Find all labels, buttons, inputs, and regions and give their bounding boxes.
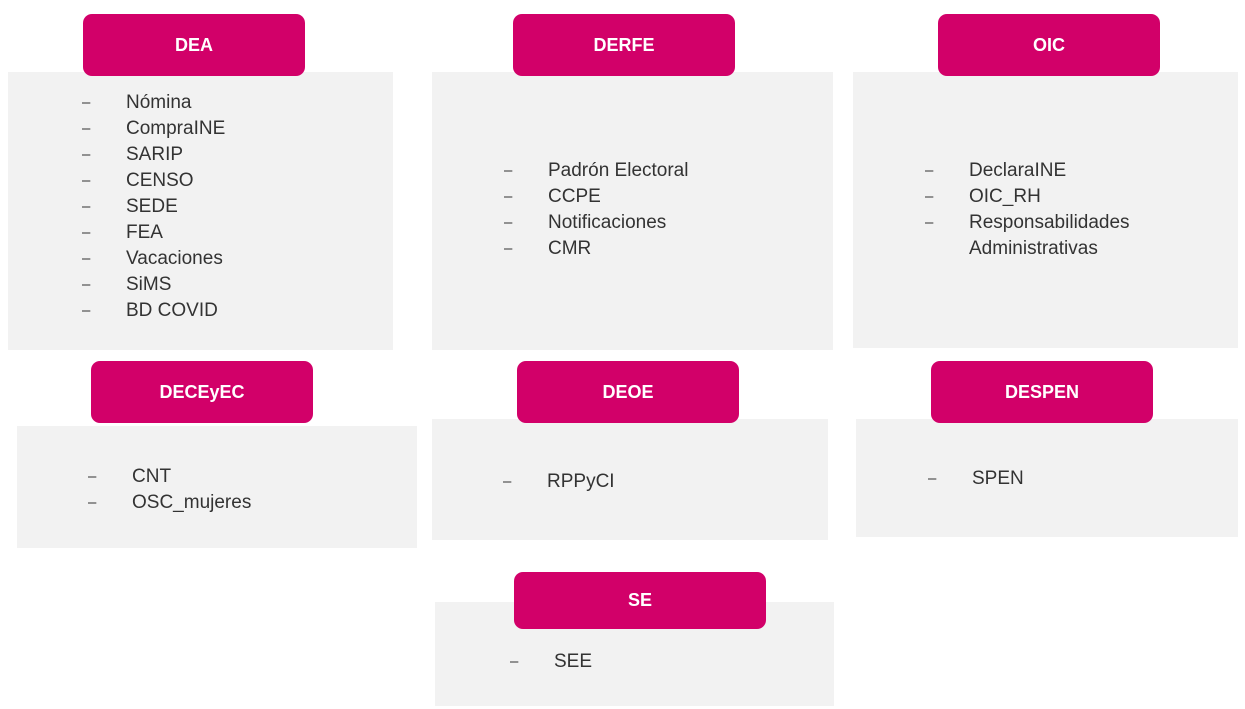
list-item: – FEA xyxy=(82,220,225,246)
list-item: – Vacaciones xyxy=(82,246,225,272)
group-label-deceyec: DECEyEC xyxy=(91,361,313,423)
list-item: – OSC_mujeres xyxy=(88,490,251,516)
group-list-deoe: – RPPyCI xyxy=(503,469,615,495)
group-list-despen: – SPEN xyxy=(928,466,1024,492)
dash-icon: – xyxy=(82,198,91,215)
group-box-deoe xyxy=(432,419,828,540)
group-list-derfe: – Padrón Electoral – CCPE – Notificaciones … xyxy=(504,158,688,262)
list-item: – Nómina xyxy=(82,90,225,116)
dash-icon: – xyxy=(510,653,519,670)
list-item: – CNT xyxy=(88,464,251,490)
list-item: – CCPE xyxy=(504,184,688,210)
group-list-deceyec: – CNT – OSC_mujeres xyxy=(88,464,251,516)
dash-icon: – xyxy=(82,302,91,319)
dash-icon: – xyxy=(925,214,934,231)
list-item: – Notificaciones xyxy=(504,210,688,236)
dash-icon: – xyxy=(928,470,937,487)
list-item: – CENSO xyxy=(82,168,225,194)
group-list-dea: – Nómina – CompraINE – SARIP – CENSO – SEDE –… xyxy=(82,90,225,324)
dash-icon: – xyxy=(504,214,513,231)
dash-icon: – xyxy=(82,120,91,137)
dash-icon: – xyxy=(504,162,513,179)
group-list-se: – SEE xyxy=(510,649,592,675)
list-item: – SARIP xyxy=(82,142,225,168)
group-label-derfe: DERFE xyxy=(513,14,735,76)
dash-icon: – xyxy=(82,276,91,293)
list-item: – SEE xyxy=(510,649,592,675)
list-item: – DeclaraINE xyxy=(925,158,1130,184)
dash-icon: – xyxy=(925,188,934,205)
list-item: – Responsabilidades xyxy=(925,210,1130,236)
dash-icon: – xyxy=(504,188,513,205)
dash-icon: – xyxy=(82,224,91,241)
dash-icon: – xyxy=(82,146,91,163)
list-item-continuation: Administrativas xyxy=(969,238,1098,259)
list-item: – RPPyCI xyxy=(503,469,615,495)
list-item: – CompraINE xyxy=(82,116,225,142)
list-item: – CMR xyxy=(504,236,688,262)
dash-icon: – xyxy=(88,494,97,511)
dash-icon: – xyxy=(504,240,513,257)
dash-icon: – xyxy=(925,162,934,179)
list-item: – SEDE xyxy=(82,194,225,220)
group-label-dea: DEA xyxy=(83,14,305,76)
group-label-oic: OIC xyxy=(938,14,1160,76)
dash-icon: – xyxy=(82,94,91,111)
list-item: – SiMS xyxy=(82,272,225,298)
dash-icon: – xyxy=(82,172,91,189)
group-list-oic: – DeclaraINE – OIC_RH – Responsabilidades A… xyxy=(925,158,1130,262)
dash-icon: – xyxy=(82,250,91,267)
group-box-despen xyxy=(856,419,1238,537)
dash-icon: – xyxy=(88,468,97,485)
group-label-despen: DESPEN xyxy=(931,361,1153,423)
list-item: – Padrón Electoral xyxy=(504,158,688,184)
group-label-deoe: DEOE xyxy=(517,361,739,423)
list-item: – OIC_RH xyxy=(925,184,1130,210)
list-item: – SPEN xyxy=(928,466,1024,492)
list-item: – BD COVID xyxy=(82,298,225,324)
dash-icon: – xyxy=(503,473,512,490)
group-label-se: SE xyxy=(514,572,766,629)
